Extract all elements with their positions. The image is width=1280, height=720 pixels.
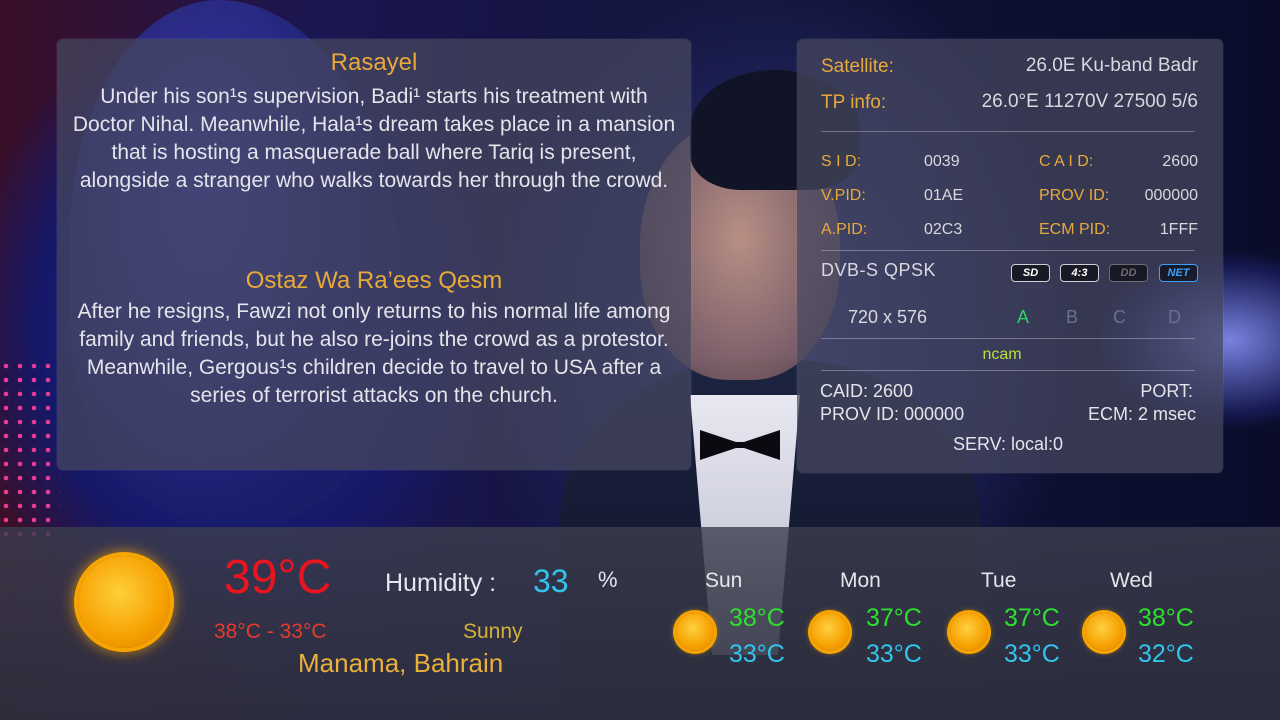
divider [821, 370, 1195, 371]
resolution-value: 720 x 576 [848, 307, 928, 327]
temperature-range: 38°C - 33°C [214, 620, 327, 643]
tp-info-label: TP info: [821, 92, 887, 113]
forecast-day-sun: Sun [705, 569, 743, 592]
provid-value: 000000 [1144, 187, 1198, 204]
sunny-forecast-icon [676, 613, 714, 651]
forecast-day-mon: Mon [840, 569, 881, 592]
divider [821, 250, 1195, 251]
ecm-port: PORT: [1140, 381, 1193, 401]
forecast-low: 33°C [1004, 640, 1060, 668]
satellite-value: 26.0E Ku-band Badr [1025, 55, 1198, 76]
ecmpid-label: ECM PID: [1039, 221, 1111, 238]
tech-info-panel: Satellite: 26.0E Ku-band Badr TP info: 2… [797, 39, 1223, 473]
apid-value: 02C3 [924, 221, 963, 238]
next-program-title: Ostaz Wa Ra’ees Qesm [245, 267, 503, 294]
sunny-forecast-icon [1085, 613, 1123, 651]
caid-value: 2600 [1162, 153, 1198, 170]
vpid-label: V.PID: [821, 187, 866, 204]
emu-name: ncam [982, 346, 1022, 363]
satellite-label: Satellite: [821, 56, 894, 77]
aspect-ratio-badge-icon: 4:3 [1060, 264, 1099, 282]
forecast-low: 33°C [729, 640, 785, 668]
forecast-high: 38°C [1138, 604, 1194, 632]
apid-label: A.PID: [821, 221, 868, 238]
crypt-slot-d: D [1168, 307, 1181, 327]
next-program-description: After he resigns, Fawzi not only returns… [77, 300, 671, 407]
sid-label: S I D: [821, 153, 862, 170]
forecast-high: 37°C [866, 604, 922, 632]
vpid-value: 01AE [924, 187, 964, 204]
crypt-slot-c: C [1113, 307, 1126, 327]
caid-label: C A I D: [1039, 153, 1094, 170]
divider [821, 338, 1195, 339]
sunny-weather-icon [78, 556, 170, 648]
weather-condition: Sunny [463, 620, 523, 643]
weather-location: Manama, Bahrain [298, 648, 504, 678]
sunny-forecast-icon [811, 613, 849, 651]
ecm-time: ECM: 2 msec [1087, 404, 1196, 424]
ecm-caid: CAID: 2600 [820, 381, 914, 401]
sd-badge-icon: SD [1011, 264, 1050, 282]
forecast-low: 32°C [1138, 640, 1194, 668]
dolby-badge-icon: DD [1109, 264, 1148, 282]
current-temperature: 39°C [224, 551, 332, 604]
net-badge-icon: NET [1159, 264, 1198, 282]
forecast-high: 37°C [1004, 604, 1060, 632]
sid-value: 0039 [924, 153, 960, 170]
humidity-value: 33 [533, 563, 569, 599]
sunny-forecast-icon [950, 613, 988, 651]
ecm-server: SERV: local:0 [953, 434, 1064, 454]
epg-panel: Rasayel Under his son¹s supervision, Bad… [57, 39, 691, 470]
modulation-value: DVB-S QPSK [821, 260, 937, 280]
ecm-provid: PROV ID: 000000 [820, 404, 965, 424]
humidity-unit: % [598, 567, 618, 592]
now-program-title: Rasayel [330, 49, 418, 76]
ecmpid-value: 1FFF [1159, 221, 1198, 238]
forecast-low: 33°C [866, 640, 922, 668]
forecast-day-wed: Wed [1110, 569, 1153, 592]
crypt-slot-b: B [1066, 307, 1079, 327]
forecast-high: 38°C [729, 604, 785, 632]
tp-info-value: 26.0°E 11270V 27500 5/6 [981, 91, 1198, 112]
crypt-slot-a: A [1017, 307, 1030, 327]
now-program-description: Under his son¹s supervision, Badi¹ start… [72, 85, 676, 192]
stage-lights [0, 360, 60, 540]
divider [821, 131, 1195, 132]
forecast-day-tue: Tue [981, 569, 1017, 592]
humidity-label: Humidity : [385, 569, 497, 597]
provid-label: PROV ID: [1039, 187, 1110, 204]
